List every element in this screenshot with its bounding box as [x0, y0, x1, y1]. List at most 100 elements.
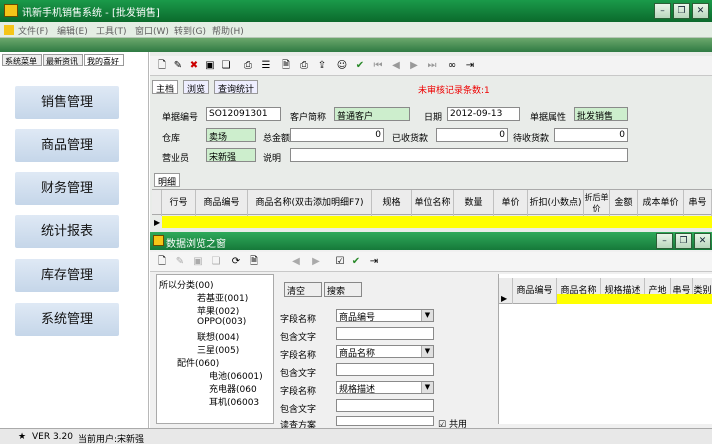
col-header[interactable]: 数量 [454, 190, 494, 216]
tab-main[interactable]: 主档 [152, 80, 179, 95]
nav-reports[interactable]: 统计报表 [15, 215, 119, 248]
prev-icon[interactable]: ◀ [290, 256, 302, 268]
field-select[interactable]: 规格描述 ▼ [336, 381, 434, 395]
clear-button[interactable]: 清空 [284, 282, 322, 297]
menu-edit[interactable]: 编辑(E) [57, 24, 88, 37]
table-row[interactable] [557, 294, 712, 304]
tab-news[interactable]: 最新资讯 [43, 54, 83, 66]
save-icon[interactable]: ▣ [204, 60, 216, 72]
print-icon[interactable]: ⎙ [242, 60, 254, 72]
date-field[interactable]: 2012-09-13 [447, 107, 520, 121]
note-field[interactable] [290, 148, 628, 162]
warehouse-field[interactable]: 卖场 [206, 128, 256, 142]
tree-node[interactable]: 配件(060) [177, 356, 219, 369]
col-header[interactable]: 串号 [684, 190, 712, 216]
doc-attr-field[interactable]: 批发销售 [574, 107, 628, 121]
new-icon[interactable]: 🗋 [156, 256, 168, 268]
col-header[interactable]: 成本单价 [638, 190, 684, 216]
field-select[interactable]: 商品编号 ▼ [336, 309, 434, 323]
close-button[interactable]: ✕ [692, 3, 709, 19]
export-icon[interactable]: ⇪ [316, 60, 328, 72]
tab-system-menu[interactable]: 系统菜单 [2, 54, 42, 66]
tree-node[interactable]: 充电器(060 [209, 382, 257, 395]
user-icon[interactable]: ☺ [336, 60, 348, 72]
total-field[interactable]: 0 [290, 128, 384, 142]
menu-tools[interactable]: 工具(T) [96, 24, 127, 37]
search-button[interactable]: 搜索 [324, 282, 362, 297]
menu-help[interactable]: 帮助(H) [212, 24, 244, 37]
nav-sales[interactable]: 销售管理 [15, 86, 119, 119]
tab-detail[interactable]: 明细 [154, 173, 181, 188]
edit-icon[interactable]: ✎ [174, 256, 186, 268]
tree-node-root[interactable]: 所以分类(00) [159, 278, 213, 291]
browser-close-button[interactable]: ✕ [694, 233, 711, 249]
browser-minimize-button[interactable]: – [656, 233, 673, 249]
customer-field[interactable]: 普通客户 [334, 107, 410, 121]
list-icon[interactable]: ☰ [260, 60, 272, 72]
printer-icon[interactable]: ⎙ [298, 60, 310, 72]
tree-node[interactable]: 电池(06001) [209, 369, 263, 382]
prev-icon[interactable]: ◀ [390, 60, 402, 72]
tree-node[interactable]: 耳机(06003 [209, 395, 259, 408]
nav-goods[interactable]: 商品管理 [15, 129, 119, 162]
contains-input[interactable] [336, 399, 434, 412]
pending-field[interactable]: 0 [554, 128, 628, 142]
next-icon[interactable]: ▶ [310, 256, 322, 268]
menu-window[interactable]: 窗口(W) [135, 24, 169, 37]
check-icon[interactable]: ☑ [334, 256, 346, 268]
first-icon[interactable]: ⏮ [372, 60, 384, 72]
total-label: 总金额 [263, 134, 291, 144]
last-icon[interactable]: ⏭ [426, 60, 438, 72]
new-icon[interactable]: 🗋 [156, 60, 168, 72]
preview-icon[interactable]: 🗎 [280, 60, 292, 72]
nav-inventory[interactable]: 库存管理 [15, 259, 119, 292]
doc-attr-label: 单据属性 [530, 113, 567, 123]
exit-icon[interactable]: ⇥ [368, 256, 380, 268]
tree-node[interactable]: OPPO(003) [197, 317, 246, 327]
restore-button[interactable]: ❐ [673, 3, 690, 19]
save-icon[interactable]: ▣ [192, 256, 204, 268]
col-header[interactable]: 商品名称(双击添加明细F7) [248, 190, 372, 216]
preview-icon[interactable]: 🗎 [248, 256, 260, 268]
salesman-field[interactable]: 宋新强 [206, 148, 256, 162]
col-header[interactable]: 商品编号 [513, 278, 557, 304]
tree-node[interactable]: 三星(005) [197, 343, 239, 356]
confirm-icon[interactable]: ✔ [350, 256, 362, 268]
delete-icon[interactable]: ✖ [188, 60, 200, 72]
edit-icon[interactable]: ✎ [172, 60, 184, 72]
tree-node[interactable]: 若基亚(001) [197, 291, 248, 304]
find-icon[interactable]: ∞ [446, 60, 458, 72]
col-header[interactable]: 金额 [610, 190, 638, 216]
browser-restore-button[interactable]: ❐ [675, 233, 692, 249]
nav-finance[interactable]: 财务管理 [15, 172, 119, 205]
tree-node[interactable]: 苹果(002) [197, 304, 239, 317]
exit-icon[interactable]: ⇥ [464, 60, 476, 72]
tree-node[interactable]: 联想(004) [197, 330, 239, 343]
col-header[interactable]: 规格 [372, 190, 412, 216]
doc-no-field[interactable]: SO12091301 [206, 107, 281, 121]
approve-icon[interactable]: ✔ [354, 60, 366, 72]
col-header[interactable]: 折后单价 [584, 190, 610, 216]
tab-query-stats[interactable]: 查询统计 [214, 80, 259, 95]
contains-input[interactable] [336, 363, 434, 376]
nav-system[interactable]: 系统管理 [15, 303, 119, 336]
col-header[interactable]: 单位名称 [412, 190, 454, 216]
minimize-button[interactable]: – [654, 3, 671, 19]
menu-goto[interactable]: 转到(G) [174, 24, 206, 37]
copy-icon[interactable]: ❏ [220, 60, 232, 72]
field-select[interactable]: 商品名称 ▼ [336, 345, 434, 359]
menu-file[interactable]: 文件(F) [18, 24, 48, 37]
col-header[interactable]: 折扣(小数点) [528, 190, 584, 216]
scheme-select[interactable] [336, 416, 434, 426]
col-header[interactable]: 行号 [162, 190, 196, 216]
col-header[interactable]: 单价 [494, 190, 528, 216]
copy-icon[interactable]: ❏ [210, 256, 222, 268]
next-icon[interactable]: ▶ [408, 60, 420, 72]
refresh-icon[interactable]: ⟳ [230, 256, 242, 268]
col-header[interactable]: 商品编号 [196, 190, 248, 216]
table-row[interactable] [162, 216, 712, 228]
received-field[interactable]: 0 [436, 128, 508, 142]
tab-browse[interactable]: 浏览 [183, 80, 210, 95]
tab-favorites[interactable]: 我的喜好 [84, 54, 124, 66]
contains-input[interactable] [336, 327, 434, 340]
